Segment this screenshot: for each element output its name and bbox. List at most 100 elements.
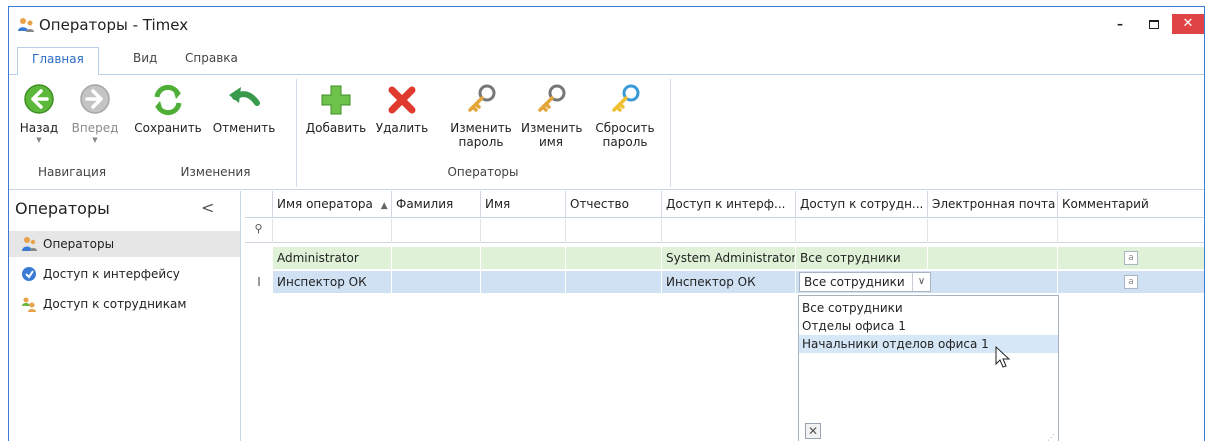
group-separator	[670, 79, 671, 187]
cell-comment[interactable]: a	[1058, 247, 1204, 269]
resize-grip-icon[interactable]: ⋰	[1047, 433, 1055, 441]
collapse-pane-button[interactable]: <	[201, 198, 214, 217]
column-header-patronymic[interactable]: Отчество	[566, 191, 662, 218]
sort-ascending-icon: ▲	[380, 201, 388, 211]
cell-first-name[interactable]	[481, 247, 566, 269]
cell-patronymic[interactable]	[566, 247, 662, 269]
reset-password-label-1: Сбросить	[595, 121, 655, 135]
column-header-operator-name[interactable]: Имя оператора ▲	[273, 191, 392, 218]
close-button[interactable]: ✕	[1172, 14, 1204, 34]
cell-operator-name[interactable]: Инспектор ОК	[273, 271, 392, 293]
combo-value: Все сотрудники	[804, 275, 905, 289]
tab-home[interactable]: Главная	[17, 47, 99, 75]
delete-label: Удалить	[375, 121, 429, 135]
group-label-navigation: Навигация	[37, 165, 107, 179]
minimize-button[interactable]: –	[1105, 14, 1135, 34]
dropdown-close-icon[interactable]: ✕	[805, 423, 821, 439]
dropdown-option-highlighted[interactable]: Начальники отделов офиса 1	[799, 335, 1058, 353]
filter-cell[interactable]	[796, 219, 928, 243]
nav-item-employee-access[interactable]: Доступ к сотрудникам	[9, 291, 240, 317]
cell-interface-access[interactable]: Инспектор ОК	[662, 271, 796, 293]
cell-first-name[interactable]	[481, 271, 566, 293]
ribbon-tabs: Главная Вид Справка	[9, 47, 1204, 75]
nav-item-label: Операторы	[43, 237, 115, 251]
forward-button[interactable]: Вперед ▼	[69, 83, 121, 144]
group-label-operators: Операторы	[447, 165, 519, 179]
column-header-surname[interactable]: Фамилия	[392, 191, 481, 218]
reset-password-label-2: пароль	[602, 135, 648, 149]
change-name-button[interactable]: Изменить имя	[521, 83, 583, 149]
comment-note-icon[interactable]: a	[1124, 275, 1138, 289]
column-header-employee-access[interactable]: Доступ к сотрудн...	[796, 191, 928, 218]
cell-employee-access[interactable]: Все сотрудники	[796, 247, 928, 269]
cancel-label: Отменить	[212, 121, 276, 135]
column-header-first-name[interactable]: Имя	[481, 191, 566, 218]
nav-item-label: Доступ к сотрудникам	[43, 297, 187, 311]
nav-item-label: Доступ к интерфейсу	[43, 267, 180, 281]
cell-comment[interactable]: a	[1058, 271, 1204, 293]
forward-dropdown-icon[interactable]: ▼	[69, 137, 121, 144]
nav-item-operators[interactable]: Операторы	[9, 231, 240, 257]
save-button[interactable]: Сохранить	[133, 83, 203, 135]
filter-cell[interactable]	[392, 219, 481, 243]
back-button[interactable]: Назад ▼	[19, 83, 59, 144]
change-name-label-1: Изменить	[521, 121, 583, 135]
employee-access-combo[interactable]: Все сотрудники ∨	[799, 272, 931, 292]
operators-icon	[22, 237, 37, 251]
filter-cell[interactable]	[481, 219, 566, 243]
column-header-email[interactable]: Электронная почта	[928, 191, 1058, 218]
maximize-button[interactable]	[1139, 14, 1169, 34]
change-password-label-1: Изменить	[450, 121, 512, 135]
plus-icon	[321, 85, 351, 115]
delete-x-icon	[388, 86, 416, 114]
close-icon: ✕	[1182, 16, 1194, 31]
cell-patronymic[interactable]	[566, 271, 662, 293]
cell-surname[interactable]	[392, 247, 481, 269]
change-password-button[interactable]: Изменить пароль	[449, 83, 513, 149]
nav-item-interface-access[interactable]: Доступ к интерфейсу	[9, 261, 240, 287]
change-password-label-2: пароль	[458, 135, 504, 149]
filter-cell[interactable]	[273, 219, 392, 243]
reset-key-icon	[612, 84, 640, 112]
operators-grid: Имя оператора ▲ Фамилия Имя Отчество Дос…	[245, 191, 1204, 441]
table-row[interactable]: Administrator System Administrator Все с…	[245, 247, 1204, 269]
edit-row-indicator-icon: I	[245, 271, 273, 293]
column-header-comment[interactable]: Комментарий	[1058, 191, 1204, 218]
filter-cell[interactable]	[928, 219, 1058, 243]
delete-button[interactable]: Удалить	[373, 83, 431, 135]
filter-cell[interactable]	[1058, 219, 1204, 243]
column-header-interface-access[interactable]: Доступ к интерф...	[662, 191, 796, 218]
cell-interface-access[interactable]: System Administrator	[662, 247, 796, 269]
filter-pin-icon: ⚲	[245, 219, 273, 243]
dropdown-option[interactable]: Все сотрудники	[799, 299, 1058, 317]
operators-app-icon	[18, 18, 34, 32]
dropdown-option[interactable]: Отделы офиса 1	[799, 317, 1058, 335]
key-icon	[538, 84, 566, 112]
mouse-pointer-icon	[995, 346, 1011, 368]
row-indicator-header	[245, 191, 273, 218]
app-window: Операторы - Timex – ✕ Главная Вид Справк…	[8, 6, 1205, 441]
add-label: Добавить	[305, 121, 367, 135]
cell-surname[interactable]	[392, 271, 481, 293]
cell-operator-name[interactable]: Administrator	[273, 247, 392, 269]
back-arrow-icon	[24, 84, 54, 114]
filter-cell[interactable]	[566, 219, 662, 243]
reset-password-button[interactable]: Сбросить пароль	[593, 83, 657, 149]
comment-note-icon[interactable]: a	[1124, 251, 1138, 265]
ribbon: Назад ▼ Вперед ▼ Сохранить Отменить Доба…	[9, 75, 1204, 190]
tab-help[interactable]: Справка	[185, 51, 238, 65]
chevron-down-icon[interactable]: ∨	[912, 273, 930, 291]
nav-title: Операторы	[15, 199, 110, 218]
filter-cell[interactable]	[662, 219, 796, 243]
add-button[interactable]: Добавить	[303, 83, 369, 135]
back-dropdown-icon[interactable]: ▼	[19, 137, 59, 144]
table-row[interactable]: I Инспектор ОК Инспектор ОК a Все сотруд…	[245, 271, 1204, 293]
cancel-button[interactable]: Отменить	[209, 83, 279, 135]
cell-email[interactable]	[928, 247, 1058, 269]
employee-access-dropdown: Все сотрудники Отделы офиса 1 Начальники…	[798, 295, 1059, 441]
tab-view[interactable]: Вид	[133, 51, 157, 65]
cell-email[interactable]	[928, 271, 1058, 293]
back-label: Назад	[19, 121, 59, 135]
column-label: Имя оператора	[277, 197, 373, 211]
forward-label: Вперед	[71, 121, 119, 135]
